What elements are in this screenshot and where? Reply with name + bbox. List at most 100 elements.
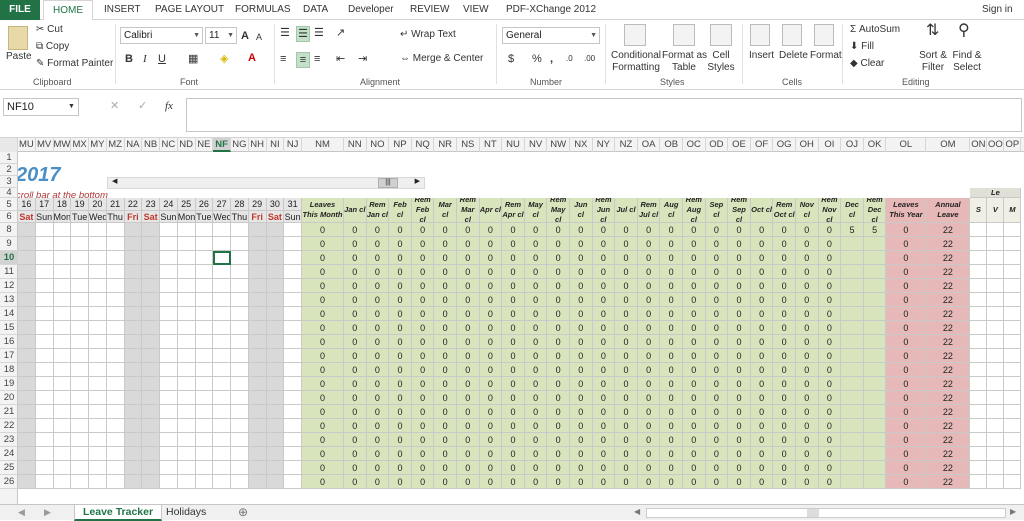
attendance-cell[interactable]: [177, 433, 196, 447]
leave-value[interactable]: 0: [592, 293, 616, 307]
attendance-cell[interactable]: [195, 433, 214, 447]
attendance-cell[interactable]: [71, 223, 89, 237]
row-header[interactable]: 11: [0, 265, 18, 279]
attendance-cell[interactable]: [248, 419, 267, 433]
leave-value[interactable]: 0: [389, 293, 412, 307]
leave-column-header[interactable]: Rem Nov cl: [818, 198, 842, 223]
cancel-icon[interactable]: ✕: [110, 99, 119, 113]
leave-column-header[interactable]: Aug cl: [660, 198, 683, 223]
leave-summary-header[interactable]: Le: [970, 188, 1022, 198]
leave-value[interactable]: 0: [592, 475, 616, 489]
attendance-cell[interactable]: [106, 321, 125, 335]
weekday-label[interactable]: Thu: [231, 211, 249, 223]
leave-value[interactable]: 0: [524, 321, 548, 335]
leave-value[interactable]: 0: [615, 349, 638, 363]
leave-value[interactable]: 0: [592, 363, 616, 377]
merge-center-button[interactable]: ⇔ Merge & Center: [400, 53, 483, 65]
leave-value[interactable]: 0: [434, 223, 457, 237]
annual-leave-value[interactable]: 22: [926, 349, 971, 363]
attendance-cell[interactable]: [53, 405, 72, 419]
leave-value[interactable]: 0: [479, 265, 503, 279]
attendance-cell[interactable]: [89, 475, 107, 489]
summary-cell[interactable]: [1004, 237, 1022, 251]
leave-column-header[interactable]: Jun cl: [570, 198, 593, 223]
attendance-cell[interactable]: [71, 391, 89, 405]
attendance-cell[interactable]: [248, 391, 267, 405]
leave-value[interactable]: 0: [705, 265, 729, 279]
leave-value[interactable]: 0: [728, 279, 751, 293]
summary-cell[interactable]: [970, 433, 988, 447]
autosum-button[interactable]: Σ AutoSum: [850, 24, 900, 36]
annual-leave-value[interactable]: 22: [926, 237, 971, 251]
attendance-cell[interactable]: [160, 321, 178, 335]
leave-value[interactable]: 0: [705, 335, 729, 349]
leave-value[interactable]: 0: [570, 321, 593, 335]
summary-cell[interactable]: [1004, 251, 1022, 265]
leave-value[interactable]: 0: [660, 335, 683, 349]
paste-icon[interactable]: [8, 26, 28, 50]
attendance-cell[interactable]: [53, 293, 72, 307]
leave-value[interactable]: 0: [366, 335, 390, 349]
leave-value[interactable]: 0: [302, 265, 344, 279]
attendance-cell[interactable]: [142, 475, 160, 489]
leave-value[interactable]: 0: [728, 307, 751, 321]
attendance-cell[interactable]: [89, 265, 107, 279]
leave-value[interactable]: 0: [750, 349, 774, 363]
summary-cell[interactable]: [987, 363, 1005, 377]
row-header[interactable]: 26: [0, 475, 18, 489]
leave-value[interactable]: [841, 405, 864, 419]
attendance-cell[interactable]: [124, 377, 143, 391]
leave-value[interactable]: 0: [434, 405, 457, 419]
leave-value[interactable]: 0: [547, 447, 570, 461]
leave-total-header[interactable]: Annual Leave: [926, 198, 971, 223]
leave-value[interactable]: 0: [818, 307, 842, 321]
attendance-cell[interactable]: [35, 377, 54, 391]
leave-value[interactable]: 0: [434, 447, 457, 461]
leave-value[interactable]: 0: [750, 293, 774, 307]
column-header[interactable]: OP: [1004, 138, 1022, 152]
leave-value[interactable]: 0: [344, 335, 367, 349]
leave-value[interactable]: 0: [524, 293, 548, 307]
column-header[interactable]: NF: [213, 138, 231, 152]
leave-value[interactable]: 0: [524, 391, 548, 405]
leave-value[interactable]: 0: [524, 251, 548, 265]
font-color-icon[interactable]: A: [248, 51, 256, 65]
column-header[interactable]: ND: [178, 138, 196, 152]
leave-value[interactable]: 0: [773, 335, 796, 349]
leave-column-header[interactable]: Rem Feb cl: [411, 198, 435, 223]
leave-value[interactable]: 0: [344, 433, 367, 447]
leave-value[interactable]: [863, 349, 887, 363]
leave-value[interactable]: 0: [728, 433, 751, 447]
leave-value[interactable]: 0: [366, 419, 390, 433]
attendance-cell[interactable]: [177, 419, 196, 433]
attendance-cell[interactable]: [18, 363, 36, 377]
format-button[interactable]: Format: [810, 50, 842, 62]
leave-value[interactable]: 0: [773, 223, 796, 237]
sign-in-link[interactable]: Sign in: [982, 0, 1013, 20]
leave-value[interactable]: 0: [302, 405, 344, 419]
row-header[interactable]: 24: [0, 447, 18, 461]
summary-cell[interactable]: [987, 447, 1005, 461]
leave-value[interactable]: 0: [479, 447, 503, 461]
leave-value[interactable]: 0: [796, 237, 819, 251]
column-header[interactable]: NQ: [412, 138, 435, 152]
leave-value[interactable]: 0: [434, 307, 457, 321]
attendance-cell[interactable]: [124, 251, 143, 265]
annual-leave-value[interactable]: 22: [926, 433, 971, 447]
summary-cell[interactable]: [1004, 307, 1022, 321]
sheet-tab-leave-tracker[interactable]: Leave Tracker: [74, 505, 163, 521]
leave-value[interactable]: 0: [570, 265, 593, 279]
attendance-cell[interactable]: [177, 447, 196, 461]
attendance-cell[interactable]: [195, 377, 214, 391]
leaves-this-year-value[interactable]: 0: [886, 237, 927, 251]
leave-value[interactable]: 0: [479, 335, 503, 349]
leave-value[interactable]: 0: [570, 349, 593, 363]
attendance-cell[interactable]: [18, 377, 36, 391]
row-header[interactable]: 17: [0, 349, 18, 363]
column-header[interactable]: ON: [970, 138, 988, 152]
leave-value[interactable]: 0: [344, 223, 367, 237]
attendance-cell[interactable]: [18, 447, 36, 461]
leave-value[interactable]: 0: [479, 461, 503, 475]
attendance-cell[interactable]: [213, 433, 231, 447]
day-number[interactable]: 31: [284, 198, 302, 211]
